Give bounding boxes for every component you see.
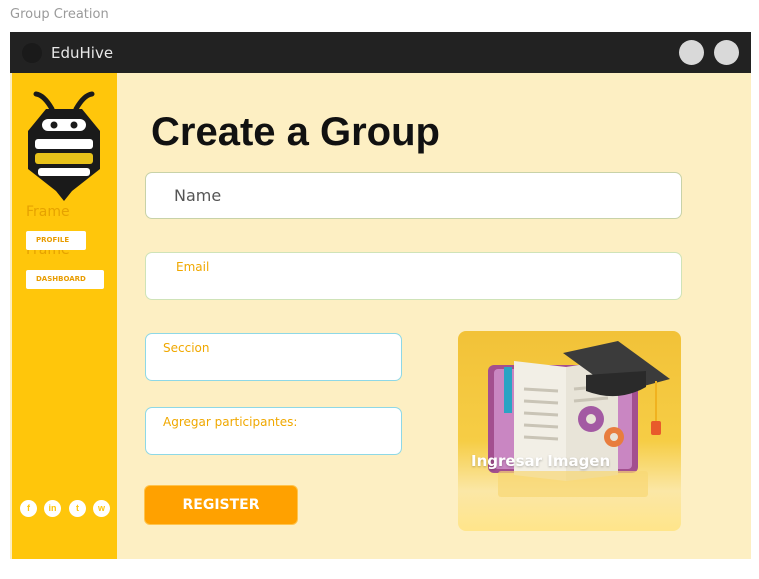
title-bar: EduHive [10, 32, 751, 73]
book-graduation-icon [488, 341, 670, 497]
app-icon [22, 43, 42, 63]
seccion-input[interactable]: Seccion [145, 333, 402, 381]
register-button[interactable]: REGISTER [144, 485, 298, 525]
image-upload-card[interactable]: Ingresar Imagen [458, 331, 681, 531]
linkedin-icon[interactable]: in [44, 500, 61, 517]
sidebar: Frame Frame PROFILE DASHBOARD f in t w [12, 73, 117, 559]
page-title: Create a Group [151, 110, 440, 154]
name-input[interactable]: Name [145, 172, 682, 219]
twitter-icon[interactable]: t [69, 500, 86, 517]
email-input-label: Email [176, 260, 210, 274]
participants-input[interactable]: Agregar participantes: [145, 407, 402, 455]
facebook-icon[interactable]: f [20, 500, 37, 517]
app-window: EduHive Frame Frame PROFILE DASHBOARD f … [10, 32, 751, 559]
seccion-input-label: Seccion [163, 341, 210, 355]
whatsapp-icon[interactable]: w [93, 500, 110, 517]
participants-input-label: Agregar participantes: [163, 415, 298, 429]
app-title: EduHive [51, 44, 114, 62]
bee-logo-icon [22, 91, 106, 208]
window-button-1[interactable] [679, 40, 704, 65]
frame-ghost-label: Frame [26, 204, 70, 220]
window-button-2[interactable] [714, 40, 739, 65]
frame-label: Group Creation [10, 7, 109, 22]
sidebar-item-dashboard[interactable]: DASHBOARD [26, 270, 104, 289]
email-input[interactable]: Email [145, 252, 682, 300]
sidebar-item-profile[interactable]: PROFILE [26, 231, 86, 250]
image-upload-label: Ingresar Imagen [471, 452, 611, 470]
name-input-label: Name [174, 186, 222, 205]
